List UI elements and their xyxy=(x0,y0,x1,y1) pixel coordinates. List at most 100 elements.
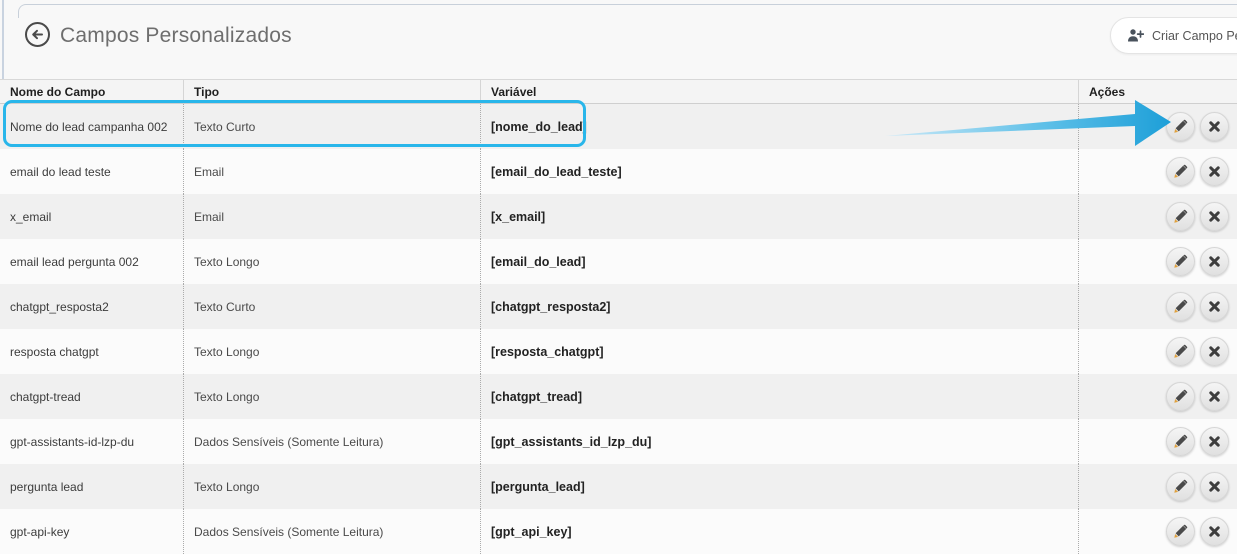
pencil-icon xyxy=(1173,434,1188,449)
field-type-cell: Texto Longo xyxy=(183,329,480,374)
edit-button[interactable] xyxy=(1166,427,1195,456)
field-variable-cell: [nome_do_lead] xyxy=(480,104,1078,149)
field-type-cell: Email xyxy=(183,149,480,194)
field-variable-cell: [pergunta_lead] xyxy=(480,464,1078,509)
row-actions-cell xyxy=(1078,419,1237,464)
delete-button[interactable] xyxy=(1200,202,1229,231)
field-type-cell: Dados Sensíveis (Somente Leitura) xyxy=(183,509,480,554)
field-name-cell: chatgpt-tread xyxy=(0,374,183,419)
edit-button[interactable] xyxy=(1166,202,1195,231)
x-icon xyxy=(1208,480,1221,493)
field-variable-cell: [gpt_api_key] xyxy=(480,509,1078,554)
column-header-acoes: Ações xyxy=(1078,80,1237,103)
table-row: x_email Email [x_email] xyxy=(0,194,1237,239)
table-row: email lead pergunta 002 Texto Longo [ema… xyxy=(0,239,1237,284)
field-variable-cell: [x_email] xyxy=(480,194,1078,239)
edit-button[interactable] xyxy=(1166,472,1195,501)
edit-button[interactable] xyxy=(1166,157,1195,186)
row-actions-cell xyxy=(1078,149,1237,194)
edit-button[interactable] xyxy=(1166,337,1195,366)
create-custom-field-button[interactable]: Criar Campo Personalizado xyxy=(1110,17,1237,54)
field-name-cell: gpt-api-key xyxy=(0,509,183,554)
table-body: Nome do lead campanha 002 Texto Curto [n… xyxy=(0,104,1237,554)
x-icon xyxy=(1208,435,1221,448)
arrow-left-circle-icon xyxy=(24,36,51,51)
field-name-cell: email lead pergunta 002 xyxy=(0,239,183,284)
field-name-cell: chatgpt_resposta2 xyxy=(0,284,183,329)
pencil-icon xyxy=(1173,344,1188,359)
edit-button[interactable] xyxy=(1166,247,1195,276)
field-type-cell: Texto Longo xyxy=(183,464,480,509)
edit-button[interactable] xyxy=(1166,292,1195,321)
page-title: Campos Personalizados xyxy=(60,24,292,48)
table-row: chatgpt_resposta2 Texto Curto [chatgpt_r… xyxy=(0,284,1237,329)
field-name-cell: Nome do lead campanha 002 xyxy=(0,104,183,149)
pencil-icon xyxy=(1173,299,1188,314)
delete-button[interactable] xyxy=(1200,292,1229,321)
x-icon xyxy=(1208,525,1221,538)
delete-button[interactable] xyxy=(1200,427,1229,456)
x-icon xyxy=(1208,255,1221,268)
custom-fields-table: Nome do Campo Tipo Variável Ações Nome d… xyxy=(0,79,1237,554)
field-variable-cell: [email_do_lead] xyxy=(480,239,1078,284)
delete-button[interactable] xyxy=(1200,247,1229,276)
table-row: resposta chatgpt Texto Longo [resposta_c… xyxy=(0,329,1237,374)
table-row: email do lead teste Email [email_do_lead… xyxy=(0,149,1237,194)
pencil-icon xyxy=(1173,389,1188,404)
page-header: Campos Personalizados Criar Campo Person… xyxy=(0,0,1237,79)
delete-button[interactable] xyxy=(1200,157,1229,186)
table-header-row: Nome do Campo Tipo Variável Ações xyxy=(0,79,1237,104)
field-variable-cell: [resposta_chatgpt] xyxy=(480,329,1078,374)
row-actions-cell xyxy=(1078,284,1237,329)
field-type-cell: Texto Longo xyxy=(183,239,480,284)
table-row: pergunta lead Texto Longo [pergunta_lead… xyxy=(0,464,1237,509)
pencil-icon xyxy=(1173,254,1188,269)
delete-button[interactable] xyxy=(1200,517,1229,546)
pencil-icon xyxy=(1173,164,1188,179)
x-icon xyxy=(1208,345,1221,358)
delete-button[interactable] xyxy=(1200,112,1229,141)
delete-button[interactable] xyxy=(1200,472,1229,501)
person-plus-icon xyxy=(1127,28,1144,43)
table-row-highlighted: Nome do lead campanha 002 Texto Curto [n… xyxy=(0,104,1237,149)
x-icon xyxy=(1208,120,1221,133)
row-actions-cell xyxy=(1078,509,1237,554)
field-variable-cell: [chatgpt_resposta2] xyxy=(480,284,1078,329)
back-button[interactable] xyxy=(24,21,51,48)
field-type-cell: Email xyxy=(183,194,480,239)
field-name-cell: resposta chatgpt xyxy=(0,329,183,374)
edit-button[interactable] xyxy=(1166,517,1195,546)
table-row: gpt-api-key Dados Sensíveis (Somente Lei… xyxy=(0,509,1237,554)
create-custom-field-label: Criar Campo Personalizado xyxy=(1152,29,1237,43)
x-icon xyxy=(1208,210,1221,223)
row-actions-cell xyxy=(1078,329,1237,374)
pencil-icon xyxy=(1173,119,1188,134)
field-type-cell: Texto Curto xyxy=(183,104,480,149)
column-header-variavel: Variável xyxy=(480,80,1078,103)
row-actions-cell xyxy=(1078,239,1237,284)
field-type-cell: Dados Sensíveis (Somente Leitura) xyxy=(183,419,480,464)
delete-button[interactable] xyxy=(1200,382,1229,411)
field-name-cell: gpt-assistants-id-lzp-du xyxy=(0,419,183,464)
row-actions-cell xyxy=(1078,194,1237,239)
column-header-nome-do-campo: Nome do Campo xyxy=(0,80,183,103)
row-actions-cell xyxy=(1078,104,1237,149)
table-row: gpt-assistants-id-lzp-du Dados Sensíveis… xyxy=(0,419,1237,464)
x-icon xyxy=(1208,165,1221,178)
edit-button[interactable] xyxy=(1166,112,1195,141)
column-header-tipo: Tipo xyxy=(183,80,480,103)
edit-button[interactable] xyxy=(1166,382,1195,411)
x-icon xyxy=(1208,390,1221,403)
pencil-icon xyxy=(1173,524,1188,539)
delete-button[interactable] xyxy=(1200,337,1229,366)
field-name-cell: pergunta lead xyxy=(0,464,183,509)
x-icon xyxy=(1208,300,1221,313)
row-actions-cell xyxy=(1078,464,1237,509)
field-variable-cell: [gpt_assistants_id_lzp_du] xyxy=(480,419,1078,464)
pencil-icon xyxy=(1173,479,1188,494)
field-type-cell: Texto Longo xyxy=(183,374,480,419)
field-name-cell: x_email xyxy=(0,194,183,239)
field-variable-cell: [email_do_lead_teste] xyxy=(480,149,1078,194)
field-type-cell: Texto Curto xyxy=(183,284,480,329)
table-row: chatgpt-tread Texto Longo [chatgpt_tread… xyxy=(0,374,1237,419)
